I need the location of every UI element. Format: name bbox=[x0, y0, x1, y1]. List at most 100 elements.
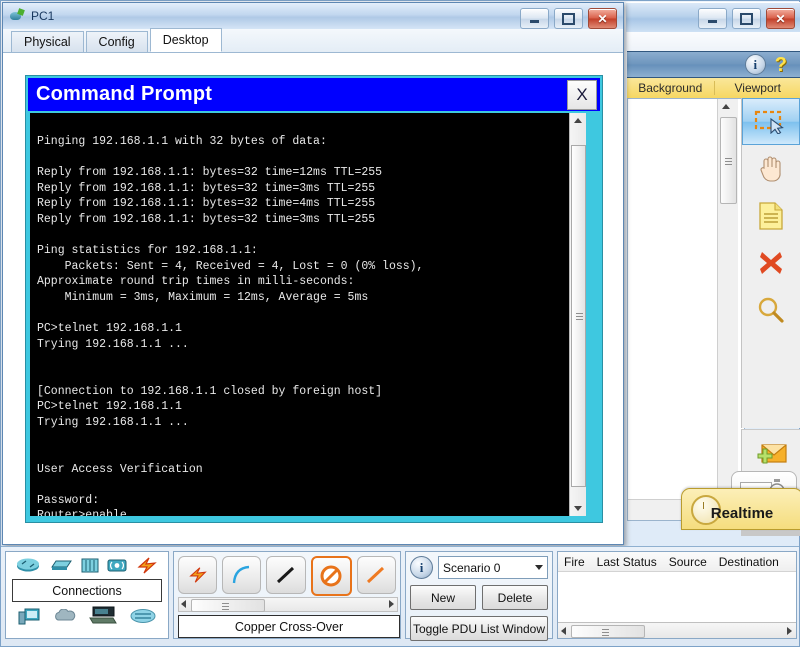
scenario-info-icon[interactable]: i bbox=[410, 556, 433, 579]
red-x-icon bbox=[758, 250, 784, 276]
pt-close-button[interactable]: ✕ bbox=[766, 8, 795, 29]
lightning-icon bbox=[188, 565, 208, 585]
inspect-tool[interactable] bbox=[742, 286, 800, 333]
pdu-list-panel: Fire Last Status Source Destination bbox=[557, 551, 797, 639]
wireless-icon[interactable] bbox=[107, 558, 127, 573]
toggle-pdu-list-window-button[interactable]: Toggle PDU List Window bbox=[410, 616, 548, 641]
pdu-scroll-grip-icon bbox=[602, 629, 609, 636]
pdu-col-destination[interactable]: Destination bbox=[713, 555, 785, 569]
conn-scroll-left-arrow-icon[interactable] bbox=[181, 600, 186, 608]
conn-scroll-grip-icon bbox=[222, 603, 229, 610]
fiber-connection-button[interactable] bbox=[357, 556, 396, 594]
envelope-plus-icon bbox=[754, 441, 788, 467]
hub-icon[interactable] bbox=[81, 558, 99, 573]
connections-label: Connections bbox=[12, 579, 162, 602]
connections-lightning-icon[interactable] bbox=[136, 557, 158, 574]
viewport-button[interactable]: Viewport bbox=[715, 81, 800, 95]
pdu-scroll-right-arrow-icon[interactable] bbox=[787, 627, 792, 635]
new-scenario-button[interactable]: New bbox=[410, 585, 476, 610]
pc1-tab-bar: Physical Config Desktop bbox=[3, 29, 623, 53]
pdu-list-horizontal-scrollbar[interactable] bbox=[558, 622, 796, 638]
pt-maximize-button[interactable] bbox=[732, 8, 761, 29]
pt-menu-strip bbox=[627, 32, 800, 52]
delete-scenario-button[interactable]: Delete bbox=[482, 585, 548, 610]
conn-scroll-right-arrow-icon[interactable] bbox=[389, 600, 394, 608]
select-tool[interactable] bbox=[742, 98, 800, 145]
tool-palette bbox=[741, 98, 800, 428]
connection-types-scrollbar[interactable] bbox=[178, 597, 398, 612]
end-devices-icon[interactable] bbox=[18, 607, 40, 625]
background-button[interactable]: Background bbox=[627, 81, 714, 95]
bottom-toolbar: Connections bbox=[1, 546, 799, 646]
select-marquee-icon bbox=[754, 110, 788, 134]
no-entry-icon bbox=[320, 565, 342, 587]
scroll-up-arrow-icon[interactable] bbox=[722, 104, 730, 109]
pt-title-bar: ✕ bbox=[626, 2, 800, 32]
command-prompt-title: Command Prompt bbox=[36, 83, 212, 106]
scenario-buttons-row: New Delete bbox=[410, 585, 548, 610]
pdu-scroll-left-arrow-icon[interactable] bbox=[561, 627, 566, 635]
pt-tool-strip: i ? bbox=[627, 51, 800, 78]
add-simple-pdu-tool[interactable] bbox=[742, 430, 800, 477]
terminal-vscroll-thumb[interactable] bbox=[571, 145, 586, 487]
wan-emulation-icon[interactable] bbox=[89, 606, 117, 626]
automatic-connection-button[interactable] bbox=[178, 556, 217, 594]
pt-minimize-button[interactable] bbox=[698, 8, 727, 29]
connection-type-box: Copper Cross-Over bbox=[173, 551, 401, 639]
terminal-screen[interactable]: Pinging 192.168.1.1 with 32 bytes of dat… bbox=[30, 113, 586, 516]
scenario-row: i Scenario 0 bbox=[410, 556, 548, 579]
pc-device-icon bbox=[10, 9, 25, 23]
pt-window-controls: ✕ bbox=[698, 8, 795, 29]
tab-physical[interactable]: Physical bbox=[11, 31, 84, 52]
pdu-col-fire[interactable]: Fire bbox=[558, 555, 591, 569]
realtime-mode-tab[interactable]: Realtime bbox=[681, 488, 800, 530]
command-prompt-window: Command Prompt X Pinging 192.168.1.1 wit… bbox=[25, 75, 603, 523]
switch-icon[interactable] bbox=[49, 558, 73, 572]
terminal-scroll-up-icon[interactable] bbox=[574, 118, 582, 123]
tab-config[interactable]: Config bbox=[86, 31, 148, 52]
command-prompt-title-bar[interactable]: Command Prompt X bbox=[28, 78, 600, 111]
command-prompt-close-button[interactable]: X bbox=[567, 80, 597, 110]
pc1-close-button[interactable]: ✕ bbox=[588, 8, 617, 29]
magnifier-icon bbox=[757, 296, 785, 324]
router-icon[interactable] bbox=[16, 557, 40, 573]
blue-curve-icon bbox=[230, 564, 254, 586]
scenario-dropdown[interactable]: Scenario 0 bbox=[438, 556, 548, 579]
orange-line-icon bbox=[364, 564, 388, 586]
pc1-maximize-button[interactable] bbox=[554, 8, 583, 29]
pdu-scroll-thumb[interactable] bbox=[571, 625, 645, 638]
info-icon[interactable]: i bbox=[745, 54, 766, 75]
pc1-title-text: PC1 bbox=[31, 9, 54, 23]
conn-scroll-thumb[interactable] bbox=[191, 599, 265, 612]
scenario-selected-value: Scenario 0 bbox=[443, 561, 500, 575]
scenario-panel: i Scenario 0 New Delete Toggle PDU List … bbox=[405, 551, 553, 639]
workspace-vertical-scrollbar[interactable] bbox=[717, 99, 738, 499]
terminal-vertical-scrollbar[interactable] bbox=[569, 113, 586, 516]
move-layout-tool[interactable] bbox=[742, 145, 800, 192]
terminal-scroll-down-icon[interactable] bbox=[574, 506, 582, 511]
tab-desktop[interactable]: Desktop bbox=[150, 28, 222, 52]
terminal-output: Pinging 192.168.1.1 with 32 bytes of dat… bbox=[37, 119, 423, 517]
realtime-label: Realtime bbox=[682, 505, 800, 522]
device-category-row-top bbox=[6, 552, 168, 578]
console-connection-button[interactable] bbox=[222, 556, 261, 594]
custom-devices-icon[interactable] bbox=[130, 608, 156, 624]
pdu-col-last-status[interactable]: Last Status bbox=[591, 555, 663, 569]
pdu-col-source[interactable]: Source bbox=[663, 555, 713, 569]
terminal-scroll-grip-icon bbox=[576, 313, 583, 320]
pc1-window-controls: ✕ bbox=[520, 8, 617, 29]
hand-icon bbox=[756, 155, 786, 183]
help-question-icon[interactable]: ? bbox=[775, 56, 787, 74]
place-note-tool[interactable] bbox=[742, 192, 800, 239]
connection-buttons-row bbox=[174, 552, 400, 596]
black-line-icon bbox=[274, 564, 298, 586]
cloud-icon[interactable] bbox=[53, 609, 77, 623]
pc1-minimize-button[interactable] bbox=[520, 8, 549, 29]
copper-straight-through-button[interactable] bbox=[266, 556, 305, 594]
pc1-title-bar[interactable]: PC1 ✕ bbox=[3, 3, 623, 29]
pt-viewport-bar: Background Viewport bbox=[627, 78, 800, 99]
workspace-vscroll-thumb[interactable] bbox=[720, 117, 737, 204]
delete-tool[interactable] bbox=[742, 239, 800, 286]
pc1-device-window: PC1 ✕ Physical Config Desktop Command Pr… bbox=[2, 2, 624, 545]
copper-cross-over-button[interactable] bbox=[311, 556, 352, 596]
